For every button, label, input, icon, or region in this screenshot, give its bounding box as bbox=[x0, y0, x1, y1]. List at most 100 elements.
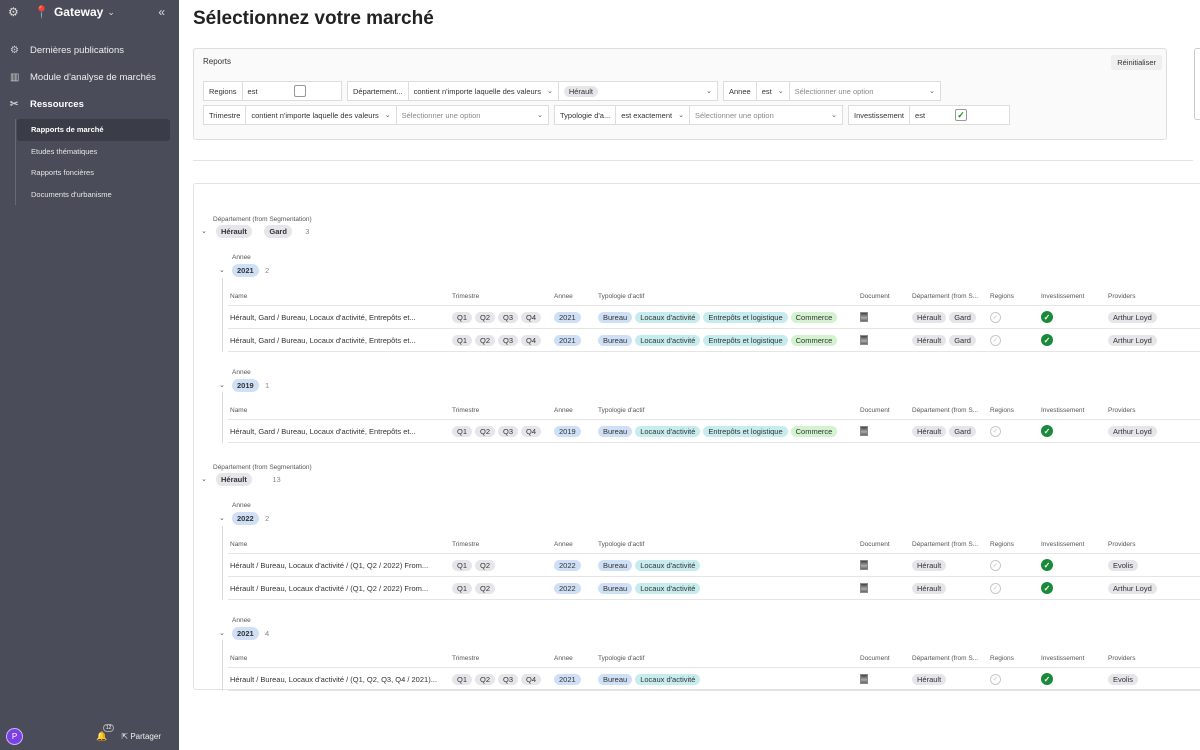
checked-circle-icon[interactable]: ✓ bbox=[1041, 582, 1053, 594]
chevron-down-icon[interactable]: ⌄ bbox=[219, 381, 225, 389]
column-header-dept[interactable]: Département (from S... bbox=[912, 650, 978, 667]
column-header-document[interactable]: Document bbox=[860, 402, 890, 419]
row-document[interactable] bbox=[860, 306, 868, 328]
checked-circle-icon[interactable]: ✓ bbox=[1041, 559, 1053, 571]
filter-field[interactable]: Regions bbox=[204, 82, 243, 100]
column-header-name[interactable]: Name bbox=[230, 288, 247, 305]
column-header-annee[interactable]: Annee bbox=[554, 536, 573, 553]
row-name[interactable]: Hérault, Gard / Bureau, Locaux d'activit… bbox=[230, 306, 416, 328]
row-investissement[interactable]: ✓ bbox=[1041, 577, 1053, 599]
table-row[interactable]: Hérault / Bureau, Locaux d'activité / (Q… bbox=[228, 554, 1200, 577]
table-row[interactable]: Hérault, Gard / Bureau, Locaux d'activit… bbox=[228, 306, 1200, 329]
filter-field[interactable]: Investissement bbox=[849, 106, 911, 124]
unchecked-circle-icon[interactable]: ✓ bbox=[990, 673, 1001, 685]
checked-circle-icon[interactable]: ✓ bbox=[1041, 425, 1053, 437]
avatar[interactable]: P bbox=[6, 727, 23, 745]
column-header-annee[interactable]: Annee bbox=[554, 402, 573, 419]
column-header-providers[interactable]: Providers bbox=[1108, 650, 1135, 667]
column-header-typo[interactable]: Typologie d'actif bbox=[598, 650, 644, 667]
document-thumbnail[interactable] bbox=[860, 560, 868, 570]
unchecked-circle-icon[interactable]: ✓ bbox=[990, 559, 1001, 571]
filter-operator[interactable]: est bbox=[243, 82, 341, 100]
filter-operator[interactable]: est exactement ⌄ bbox=[616, 106, 690, 124]
unchecked-circle-icon[interactable]: ✓ bbox=[990, 582, 1001, 594]
column-header-dept[interactable]: Département (from S... bbox=[912, 536, 978, 553]
document-thumbnail[interactable] bbox=[860, 335, 868, 345]
column-header-document[interactable]: Document bbox=[860, 288, 890, 305]
reset-button[interactable]: Réinitialiser bbox=[1111, 55, 1162, 70]
row-regions[interactable]: ✓ bbox=[990, 554, 1001, 576]
table-row[interactable]: Hérault, Gard / Bureau, Locaux d'activit… bbox=[228, 420, 1200, 443]
row-regions[interactable]: ✓ bbox=[990, 306, 1001, 328]
filter-operator[interactable]: est ✓ bbox=[910, 106, 1009, 124]
column-header-typo[interactable]: Typologie d'actif bbox=[598, 402, 644, 419]
nav-ressources[interactable]: ✂ Ressources bbox=[0, 91, 179, 118]
share-button[interactable]: ⇱ Partager bbox=[121, 732, 161, 741]
column-header-invest[interactable]: Investissement bbox=[1041, 536, 1084, 553]
column-header-annee[interactable]: Annee bbox=[554, 288, 573, 305]
column-header-invest[interactable]: Investissement bbox=[1041, 288, 1084, 305]
nav-module-analyse[interactable]: ▥ Module d'analyse de marchés bbox=[0, 64, 179, 91]
row-document[interactable] bbox=[860, 420, 868, 442]
chevron-down-icon[interactable]: ⌄ bbox=[201, 475, 207, 483]
row-investissement[interactable]: ✓ bbox=[1041, 554, 1053, 576]
chevron-down-icon[interactable]: ⌄ bbox=[219, 629, 225, 637]
row-investissement[interactable]: ✓ bbox=[1041, 668, 1053, 690]
subnav-documents-urbanisme[interactable]: Documents d'urbanisme bbox=[17, 184, 170, 206]
unchecked-circle-icon[interactable]: ✓ bbox=[990, 311, 1001, 323]
filter-operator[interactable]: contient n'importe laquelle des valeurs … bbox=[246, 106, 397, 124]
row-investissement[interactable]: ✓ bbox=[1041, 420, 1053, 442]
nav-dernieres-publications[interactable]: ⚙ Dernières publications bbox=[0, 37, 179, 64]
filter-field[interactable]: Typologie d'a... bbox=[555, 106, 617, 124]
row-name[interactable]: Hérault, Gard / Bureau, Locaux d'activit… bbox=[230, 329, 416, 351]
filter-value[interactable]: Sélectionner une option ⌄ bbox=[690, 106, 842, 124]
filter-field[interactable]: Trimestre bbox=[204, 106, 247, 124]
unchecked-circle-icon[interactable]: ✓ bbox=[990, 334, 1001, 346]
document-thumbnail[interactable] bbox=[860, 674, 868, 684]
subnav-etudes-thematiques[interactable]: Etudes thématiques bbox=[17, 141, 170, 163]
column-header-trimestre[interactable]: Trimestre bbox=[452, 288, 479, 305]
column-header-invest[interactable]: Investissement bbox=[1041, 402, 1084, 419]
column-header-typo[interactable]: Typologie d'actif bbox=[598, 536, 644, 553]
row-regions[interactable]: ✓ bbox=[990, 668, 1001, 690]
checked-circle-icon[interactable]: ✓ bbox=[1041, 311, 1053, 323]
checked-circle-icon[interactable]: ✓ bbox=[1041, 673, 1053, 685]
bell-icon[interactable]: 🔔 12 bbox=[96, 723, 115, 742]
column-header-trimestre[interactable]: Trimestre bbox=[452, 402, 479, 419]
column-header-providers[interactable]: Providers bbox=[1108, 536, 1135, 553]
row-regions[interactable]: ✓ bbox=[990, 329, 1001, 351]
row-document[interactable] bbox=[860, 577, 868, 599]
subnav-rapports-foncieres[interactable]: Rapports foncières bbox=[17, 162, 170, 184]
brand-name[interactable]: Gateway bbox=[54, 5, 103, 19]
row-name[interactable]: Hérault / Bureau, Locaux d'activité / (Q… bbox=[230, 668, 437, 690]
column-header-dept[interactable]: Département (from S... bbox=[912, 402, 978, 419]
filter-field[interactable]: Département... bbox=[348, 82, 409, 100]
document-thumbnail[interactable] bbox=[860, 312, 868, 322]
column-header-providers[interactable]: Providers bbox=[1108, 288, 1135, 305]
row-name[interactable]: Hérault / Bureau, Locaux d'activité / (Q… bbox=[230, 554, 428, 576]
column-header-name[interactable]: Name bbox=[230, 650, 247, 667]
column-header-regions[interactable]: Regions bbox=[990, 402, 1014, 419]
side-panel-edge[interactable] bbox=[1194, 48, 1200, 120]
unchecked-circle-icon[interactable]: ✓ bbox=[990, 425, 1001, 437]
column-header-trimestre[interactable]: Trimestre bbox=[452, 650, 479, 667]
chevron-down-icon[interactable]: ⌄ bbox=[219, 266, 225, 274]
filter-value[interactable]: Hérault ⌄ bbox=[559, 82, 717, 100]
column-header-name[interactable]: Name bbox=[230, 536, 247, 553]
column-header-regions[interactable]: Regions bbox=[990, 288, 1014, 305]
table-row[interactable]: Hérault / Bureau, Locaux d'activité / (Q… bbox=[228, 577, 1200, 600]
filter-operator[interactable]: contient n'importe laquelle des valeurs … bbox=[409, 82, 559, 100]
filter-field[interactable]: Annee bbox=[724, 82, 757, 100]
investissement-checkbox[interactable]: ✓ bbox=[955, 109, 967, 121]
row-name[interactable]: Hérault, Gard / Bureau, Locaux d'activit… bbox=[230, 420, 416, 442]
chevron-down-icon[interactable]: ⌄ bbox=[107, 7, 115, 18]
chevron-down-icon[interactable]: ⌄ bbox=[219, 514, 225, 522]
column-header-invest[interactable]: Investissement bbox=[1041, 650, 1084, 667]
column-header-typo[interactable]: Typologie d'actif bbox=[598, 288, 644, 305]
chevron-down-icon[interactable]: ⌄ bbox=[201, 227, 207, 235]
column-header-providers[interactable]: Providers bbox=[1108, 402, 1135, 419]
row-document[interactable] bbox=[860, 668, 868, 690]
subnav-rapports-marche[interactable]: Rapports de marché bbox=[17, 119, 170, 141]
row-regions[interactable]: ✓ bbox=[990, 577, 1001, 599]
column-header-regions[interactable]: Regions bbox=[990, 536, 1014, 553]
